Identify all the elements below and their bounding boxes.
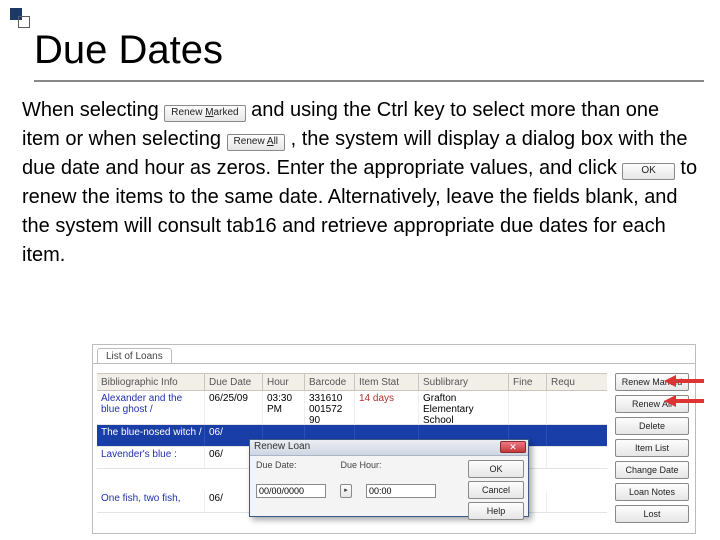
loan-notes-button[interactable]: Loan Notes <box>615 483 689 501</box>
ok-button[interactable]: OK <box>468 460 524 478</box>
action-button-column: Renew Marked Renew All Delete Item List … <box>615 373 689 523</box>
tab-list-of-loans[interactable]: List of Loans <box>97 348 172 364</box>
renew-all-button[interactable]: Renew All <box>615 395 689 413</box>
date-picker-icon[interactable]: ▸ <box>340 484 352 498</box>
change-date-button[interactable]: Change Date <box>615 461 689 479</box>
col-barcode: Barcode <box>305 374 355 390</box>
col-due-date: Due Date <box>205 374 263 390</box>
title-rule <box>34 80 704 82</box>
tab-underline <box>93 363 695 364</box>
due-hour-label: Due Hour: <box>341 460 382 470</box>
cancel-button[interactable]: Cancel <box>468 481 524 499</box>
col-bibliographic: Bibliographic Info <box>97 374 205 390</box>
page-title: Due Dates <box>34 28 223 73</box>
due-date-label: Due Date: <box>256 460 297 470</box>
ok-button-inline: OK <box>622 163 674 180</box>
table-header: Bibliographic Info Due Date Hour Barcode… <box>97 373 607 391</box>
close-icon[interactable]: ✕ <box>500 441 526 453</box>
lost-button[interactable]: Lost <box>615 505 689 523</box>
col-requests: Requ <box>547 374 597 390</box>
loans-screenshot: List of Loans Bibliographic Info Due Dat… <box>92 344 696 534</box>
item-list-button[interactable]: Item List <box>615 439 689 457</box>
col-fine: Fine <box>509 374 547 390</box>
col-item-status: Item Stat <box>355 374 419 390</box>
help-button[interactable]: Help <box>468 502 524 520</box>
dialog-fields: Due Date: Due Hour: ▸ <box>250 456 464 516</box>
renew-all-button-inline: Renew All <box>227 134 285 151</box>
col-sublibrary: Sublibrary <box>419 374 509 390</box>
delete-button[interactable]: Delete <box>615 417 689 435</box>
dialog-titlebar: Renew Loan ✕ <box>250 440 528 456</box>
due-date-input[interactable] <box>256 484 326 498</box>
dialog-buttons: OK Cancel Help <box>464 456 528 516</box>
renew-loan-dialog: Renew Loan ✕ Due Date: Due Hour: ▸ OK Ca… <box>249 439 529 517</box>
body-paragraph: When selecting Renew Marked and using th… <box>22 96 698 270</box>
dialog-title: Renew Loan <box>254 441 310 452</box>
slide-marker <box>10 8 38 28</box>
col-hour: Hour <box>263 374 305 390</box>
renew-marked-button-inline: Renew Marked <box>164 105 245 122</box>
text: When selecting <box>22 99 164 121</box>
table-row[interactable]: Alexander and the blue ghost / 06/25/09 … <box>97 391 607 425</box>
due-hour-input[interactable] <box>366 484 436 498</box>
